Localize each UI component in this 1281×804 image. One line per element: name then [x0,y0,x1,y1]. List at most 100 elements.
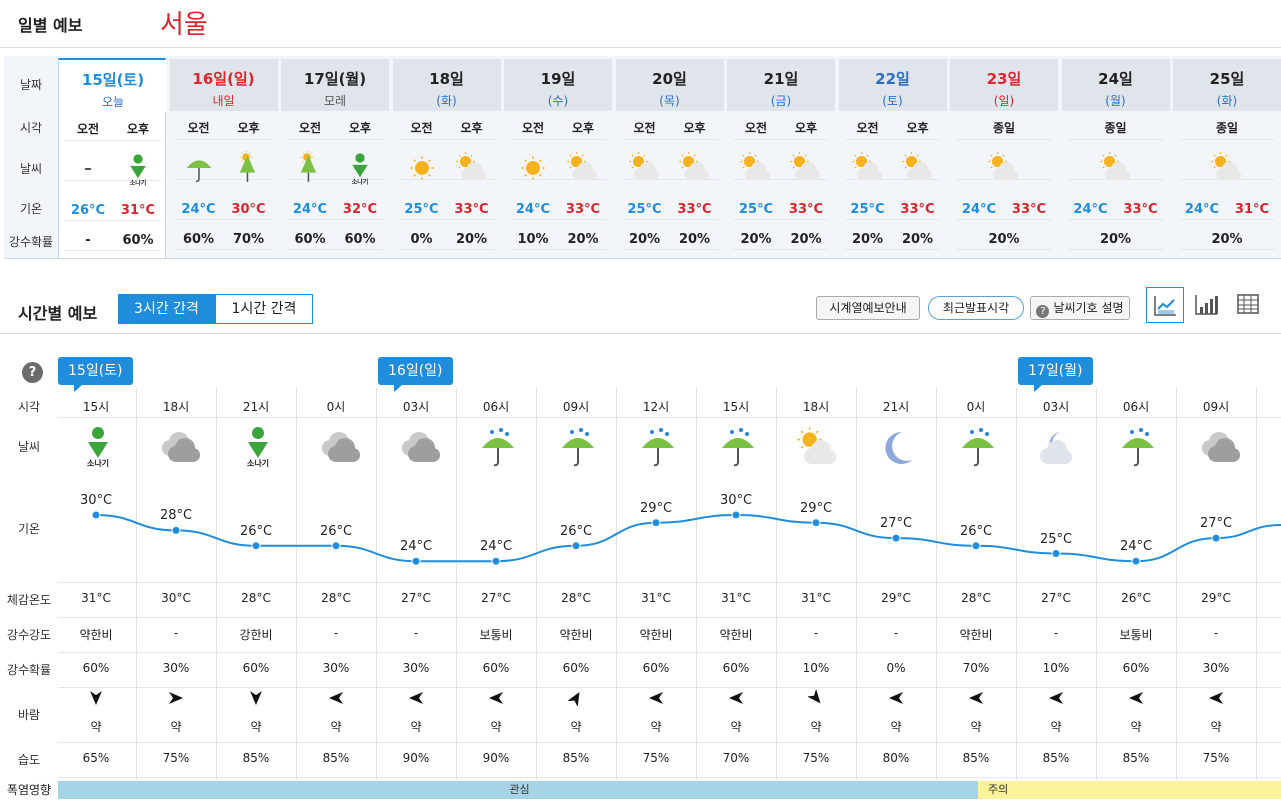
timeseries-guide-button[interactable]: 시계열예보안내 [816,296,920,320]
precip-intensity: 보통비 [479,628,513,642]
humidity: 85% [562,751,590,765]
wind-direction-icon [806,688,824,706]
weather-icon-cell [516,151,550,185]
hour-time: 21시 [882,400,910,414]
humidity: 75% [642,751,670,765]
day-column[interactable]: 15일(토) 오늘 오전 - 오후 소나기 60% 26°C 31°C [58,58,167,258]
wind-direction-icon [1128,690,1144,706]
weather-symbol-help-label: 날씨기호 설명 [1053,301,1124,315]
feels-like-temp: 28°C [241,591,271,605]
day-column[interactable]: 21일 (금) 오전 20% 오후 20% 25°C 33°C [727,59,835,258]
day-column[interactable]: 22일 (토) 오전 20% 오후 20% 25°C 33°C [838,59,947,258]
umbrella-sun-icon [300,150,317,182]
temperature-point [1051,549,1061,558]
sun-cloud-icon [988,152,1018,181]
row-divider [621,219,718,220]
precip-probability: 30% [162,661,190,675]
row-divider [621,249,718,250]
precip-probability: 60% [242,661,270,675]
hour-time: 0시 [966,400,986,414]
day-column[interactable]: 25일 (화) 종일 20% 24°C 31°C [1173,59,1281,258]
daily-row-label: 날씨 [19,162,43,176]
precip-probability: 20% [901,232,934,247]
precip-probability: 20% [988,232,1020,247]
precip-intensity: - [1213,626,1219,640]
weather-icon-cell [956,426,1000,470]
time-of-day: 오후 [906,121,929,135]
precip-probability: 0% [410,232,433,247]
day-column[interactable]: 17일(월) 모레 오전 60% 오후 소나기 60% 24°C 32°C [281,59,389,258]
wind-strength: 약 [1050,720,1062,734]
humidity: 75% [802,751,830,765]
line-chart-icon [1154,296,1176,316]
temperature-point [171,525,181,535]
row-divider [1179,139,1275,140]
temperature-point [731,510,741,520]
row-divider [175,139,272,140]
day-header: 21일 (금) [727,59,835,111]
day-column[interactable]: 18일 (화) 오전 0% 오후 20% 25°C 33°C [392,59,501,258]
temperature-point [331,541,341,551]
weather-icon-cell [476,426,520,470]
feels-like-temp: 31°C [641,591,671,605]
wind-strength: 약 [410,720,422,734]
wind-strength: 약 [1210,720,1222,734]
hour-time: 06시 [1122,400,1150,414]
feels-like-temp: 27°C [401,591,431,605]
humidity: 85% [242,751,270,765]
temperature-label: 26°C [239,523,273,539]
time-of-day: 종일 [1104,121,1127,135]
wind-direction-icon [968,690,984,706]
tab-3-hour[interactable]: 3시간 간격 [118,294,215,324]
hour-time: 15시 [82,400,110,414]
day-column[interactable]: 23일 (일) 종일 20% 24°C 33°C [950,59,1058,258]
time-of-day: 오전 [744,121,768,135]
day-column[interactable]: 20일 (목) 오전 20% 오후 20% 25°C 33°C [615,59,724,258]
day-date: 18일 [429,70,464,88]
temperature-point [91,510,101,520]
hourly-row-label: 기온 [17,522,41,536]
tab-1-hour[interactable]: 1시간 간격 [215,294,313,324]
hourly-row-label: 강수확률 [6,663,52,677]
day-column[interactable]: 24일 (월) 종일 20% 24°C 33°C [1061,59,1170,258]
row-divider [1179,219,1275,220]
wind-strength: 약 [810,720,822,734]
wind-strength: 약 [650,720,662,734]
weather-icon-cell [716,426,760,470]
wind-direction-icon [168,690,184,706]
day-header: 22일 (토) [838,59,947,111]
time-of-day: 오후 [126,122,150,136]
row-divider [844,219,941,220]
temperature-label: 26°C [319,523,353,539]
time-of-day: 오후 [571,121,595,135]
sun-icon [521,156,545,180]
feels-like-temp: 29°C [1201,591,1231,605]
precip-probability: 60% [722,661,750,675]
feels-like-temp: 27°C [1041,591,1071,605]
table-view-button[interactable] [1230,287,1268,323]
hour-time: 18시 [162,400,190,414]
day-column[interactable]: 19일 (수) 오전 10% 오후 20% 24°C 33°C [504,59,612,258]
line-chart-view-button[interactable] [1146,287,1184,323]
bar-chart-view-button[interactable] [1188,287,1226,323]
row-divider [287,249,383,250]
weather-icon-cell [901,151,935,185]
heat-impact-bar: 관심 [58,781,981,799]
weather-symbol-help-button[interactable]: ? 날씨기호 설명 [1030,296,1130,320]
day-column[interactable]: 16일(일) 내일 오전 60% 오후 70% 24°C 30°C [169,59,278,258]
date-flag: 17일(월) [1018,357,1093,392]
day-label: (일) [993,94,1015,108]
hour-time: 03시 [402,400,430,414]
rain-umbrella-icon [642,428,674,467]
row-divider [58,417,1281,418]
moon-cloud-icon [1040,432,1072,464]
latest-release-button[interactable]: 최근발표시각 [928,296,1024,320]
weather-icon-cell: 소나기 [76,424,120,468]
help-icon[interactable]: ? [22,362,43,383]
sun-cloud-icon [628,152,659,181]
day-header: 23일 (일) [950,59,1058,111]
row-divider [956,139,1052,140]
day-header: 15일(토) 오늘 [59,60,167,112]
hourly-row-label: 시각 [17,400,41,414]
row-divider [65,140,161,141]
